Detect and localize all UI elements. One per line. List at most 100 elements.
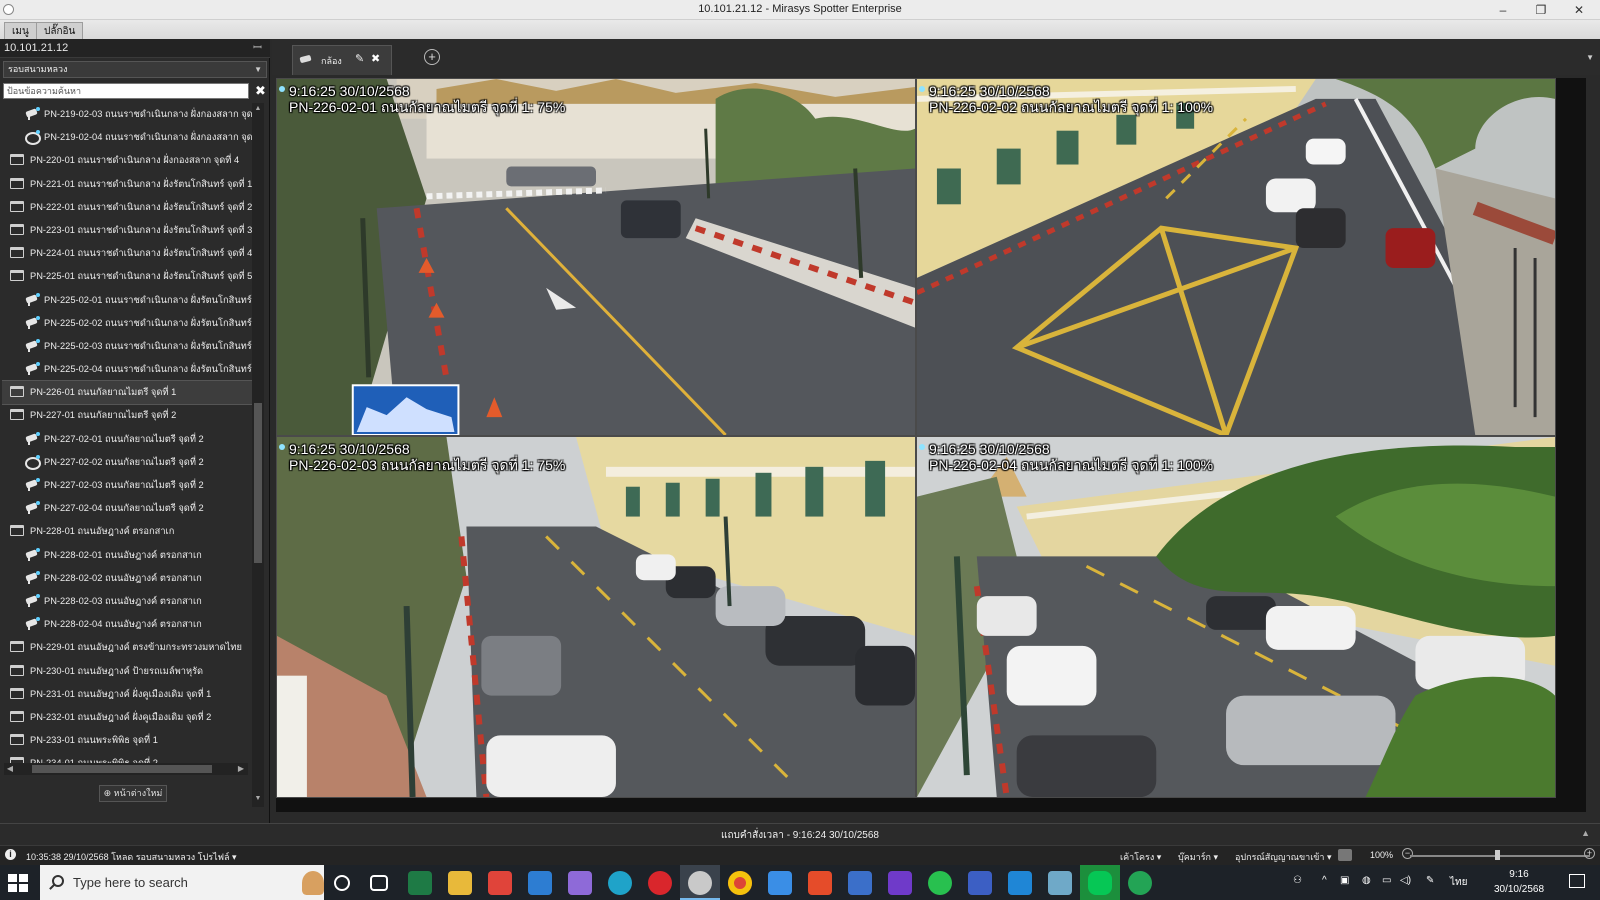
tree-folder-item[interactable]: PN-224-01 ถนนราชดำเนินกลาง ฝั่งรัตนโกสิน… — [2, 242, 252, 265]
tray-app-icon[interactable]: ◍ — [1362, 875, 1371, 886]
anydesk-icon[interactable] — [488, 871, 512, 895]
tree-camera-item[interactable]: PN-225-02-03 ถนนราชดำเนินกลาง ฝั่งรัตนโก… — [2, 335, 252, 358]
taskbar-search-input[interactable]: Type here to search — [40, 865, 324, 900]
timeline-bar[interactable]: แถบคำสั่งเวลา - 9:16:24 30/10/2568 ▲ — [0, 823, 1600, 845]
scroll-right-icon[interactable]: ▶ — [236, 763, 246, 775]
tree-folder-item[interactable]: PN-231-01 ถนนอัษฎางค์ ฝั่งคูเมืองเดิม จุ… — [2, 683, 252, 706]
zoom-in-icon[interactable]: + — [1584, 848, 1595, 859]
yahoo-icon[interactable] — [888, 871, 912, 895]
status-message[interactable]: 10:35:38 29/10/2568 โหลด รอบสนามหลวง โปร… — [26, 850, 237, 864]
network-app-icon[interactable] — [848, 871, 872, 895]
tree-camera-item[interactable]: PN-225-02-04 ถนนราชดำเนินกลาง ฝั่งรัตนโก… — [2, 358, 252, 381]
clear-search-icon[interactable]: ✖ — [253, 83, 268, 99]
camera-tile-1[interactable]: 9:16:25 30/10/2568 PN-226-02-01 ถนนกัลยา… — [276, 78, 916, 436]
task-view-icon[interactable] — [370, 875, 388, 891]
chrome-icon[interactable] — [728, 871, 752, 895]
scroll-left-icon[interactable]: ◀ — [5, 763, 15, 775]
chevron-up-icon[interactable]: ▲ — [1581, 828, 1590, 838]
store-icon[interactable] — [768, 871, 792, 895]
language-indicator[interactable]: ไทย — [1450, 875, 1467, 890]
pen-app-icon[interactable] — [568, 871, 592, 895]
volume-tray-icon[interactable]: ◁) — [1400, 875, 1411, 886]
network-icon[interactable]: ▭ — [1382, 875, 1391, 886]
menu-tab-menu[interactable]: เมนู — [4, 22, 37, 39]
edit-icon[interactable]: ✎ — [355, 52, 364, 65]
tree-folder-item[interactable]: PN-226-01 ถนนกัลยาณไมตรี จุดที่ 1 — [2, 380, 252, 406]
tree-folder-item[interactable]: PN-230-01 ถนนอัษฎางค์ ป้ายรถเมล์พาหุรัด — [2, 660, 252, 683]
d-app-icon[interactable] — [648, 871, 672, 895]
tree-folder-item[interactable]: PN-223-01 ถนนราชดำเนินกลาง ฝั่งรัตนโกสิน… — [2, 219, 252, 242]
tree-camera-item[interactable]: PN-228-02-04 ถนนอัษฎางค์ ตรอกสาเก — [2, 613, 252, 636]
info-icon[interactable]: i — [5, 849, 16, 860]
close-tab-icon[interactable]: ✖ — [371, 52, 380, 65]
taskbar-clock[interactable]: 9:16 30/10/2568 — [1478, 867, 1560, 897]
tree-folder-item[interactable]: PN-225-01 ถนนราชดำเนินกลาง ฝั่งรัตนโกสิน… — [2, 265, 252, 288]
people-icon[interactable]: ⚇ — [1293, 875, 1302, 886]
edge-icon[interactable] — [608, 871, 632, 895]
tree-camera-item[interactable]: PN-227-02-02 ถนนกัลยาณไมตรี จุดที่ 2 — [2, 451, 252, 474]
camera-tile-2[interactable]: 9:16:25 30/10/2568 PN-226-02-02 ถนนกัลยา… — [916, 78, 1556, 436]
notes-icon[interactable] — [1048, 871, 1072, 895]
volume-icon[interactable] — [1338, 849, 1352, 861]
tree-camera-item[interactable]: PN-227-02-03 ถนนกัลยาณไมตรี จุดที่ 2 — [2, 474, 252, 497]
tree-camera-item[interactable]: PN-225-02-01 ถนนราชดำเนินกลาง ฝั่งรัตนโก… — [2, 289, 252, 312]
tree-folder-item[interactable]: PN-220-01 ถนนราชดำเนินกลาง ฝั่งกองสลาก จ… — [2, 149, 252, 172]
camera-tile-4[interactable]: 9:16:25 30/10/2568 PN-226-02-04 ถนนกัลยา… — [916, 436, 1556, 798]
new-window-button[interactable]: ⊕ หน้าต่างใหม่ — [99, 785, 167, 802]
tree-folder-item[interactable]: PN-233-01 ถนนพระพิพิธ จุดที่ 1 — [2, 729, 252, 752]
zoom-out-icon[interactable]: − — [1402, 848, 1413, 859]
bookmark-dropdown[interactable]: บุ๊คมาร์ก ▾ — [1178, 850, 1218, 864]
tree-folder-item[interactable]: PN-222-01 ถนนราชดำเนินกลาง ฝั่งรัตนโกสิน… — [2, 196, 252, 219]
whatsapp-icon[interactable] — [928, 871, 952, 895]
cortana-icon[interactable] — [334, 875, 350, 891]
tree-camera-item[interactable]: PN-225-02-02 ถนนราชดำเนินกลาง ฝั่งรัตนโก… — [2, 312, 252, 335]
tree-camera-item[interactable]: PN-227-02-01 ถนนกัลยาณไมตรี จุดที่ 2 — [2, 428, 252, 451]
notification-center-icon[interactable] — [1569, 874, 1585, 888]
tree-camera-item[interactable]: PN-219-02-03 ถนนราชดำเนินกลาง ฝั่งกองสลา… — [2, 103, 252, 126]
line-icon[interactable] — [1088, 871, 1112, 895]
security-tray-icon[interactable]: ▣ — [1340, 875, 1349, 886]
tree-folder-item[interactable]: PN-232-01 ถนนอัษฎางค์ ฝั่งคูเมืองเดิม จุ… — [2, 706, 252, 729]
tree-folder-item[interactable]: PN-229-01 ถนนอัษฎางค์ ตรงข้ามกระทรวงมหาด… — [2, 636, 252, 659]
mail-icon[interactable] — [528, 871, 552, 895]
pin-icon[interactable]: ꟷ — [253, 39, 262, 58]
windows-start-icon[interactable] — [8, 874, 28, 892]
camera-tile-3[interactable]: 9:16:25 30/10/2568 PN-226-02-03 ถนนกัลยา… — [276, 436, 916, 798]
layout-dropdown[interactable]: เค้าโครง ▾ — [1120, 850, 1161, 864]
pen-tray-icon[interactable]: ✎ — [1426, 875, 1434, 886]
tree-vertical-scrollbar[interactable]: ▲ ▼ — [252, 103, 264, 807]
app-store-icon[interactable] — [1008, 871, 1032, 895]
file-explorer-icon[interactable] — [448, 871, 472, 895]
tree-folder-item[interactable]: PN-221-01 ถนนราชดำเนินกลาง ฝั่งรัตนโกสิน… — [2, 173, 252, 196]
office-icon[interactable] — [808, 871, 832, 895]
line-secondary-icon[interactable] — [1128, 871, 1152, 895]
tree-folder-item[interactable]: PN-227-01 ถนนกัลยาณไมตรี จุดที่ 2 — [2, 404, 252, 427]
remote-desktop-icon[interactable] — [968, 871, 992, 895]
scroll-thumb[interactable] — [32, 765, 212, 773]
tree-horizontal-scrollbar[interactable]: ◀ ▶ — [4, 763, 248, 775]
tree-camera-item[interactable]: PN-228-02-03 ถนนอัษฎางค์ ตรอกสาเก — [2, 590, 252, 613]
zoom-slider[interactable] — [1410, 855, 1590, 857]
tab-menu-icon[interactable]: ▼ — [1586, 53, 1594, 62]
tree-camera-item[interactable]: PN-228-02-01 ถนนอัษฎางค์ ตรอกสาเก — [2, 544, 252, 567]
tray-expand-icon[interactable]: ^ — [1322, 875, 1327, 886]
mirasys-spotter-icon[interactable] — [688, 871, 712, 895]
scroll-up-icon[interactable]: ▲ — [253, 105, 263, 112]
scroll-down-icon[interactable]: ▼ — [253, 795, 263, 802]
zoom-slider-handle[interactable] — [1495, 850, 1500, 860]
tab-camera-view[interactable]: กล้อง ✎ ✖ — [292, 45, 392, 75]
close-button[interactable]: ✕ — [1560, 0, 1598, 20]
tree-camera-item[interactable]: PN-228-02-02 ถนนอัษฎางค์ ตรอกสาเก — [2, 567, 252, 590]
search-input[interactable]: ป้อนข้อความค้นหา — [3, 83, 249, 99]
restore-button[interactable]: ❐ — [1522, 0, 1560, 20]
tree-folder-item[interactable]: PN-228-01 ถนนอัษฎางค์ ตรอกสาเก — [2, 520, 252, 543]
group-select[interactable]: รอบสนามหลวง ▼ — [3, 61, 267, 78]
menu-tab-plugins[interactable]: ปลั๊กอิน — [36, 22, 84, 39]
tree-camera-item[interactable]: PN-227-02-04 ถนนกัลยาณไมตรี จุดที่ 2 — [2, 497, 252, 520]
tree-camera-item[interactable]: PN-219-02-04 ถนนราชดำเนินกลาง ฝั่งกองสลา… — [2, 126, 252, 149]
scroll-thumb[interactable] — [254, 403, 262, 563]
minimize-button[interactable]: – — [1484, 0, 1522, 20]
add-tab-icon[interactable]: + — [424, 49, 440, 65]
excel-icon[interactable] — [408, 871, 432, 895]
input-device-dropdown[interactable]: อุปกรณ์สัญญาณขาเข้า ▾ — [1235, 850, 1332, 864]
